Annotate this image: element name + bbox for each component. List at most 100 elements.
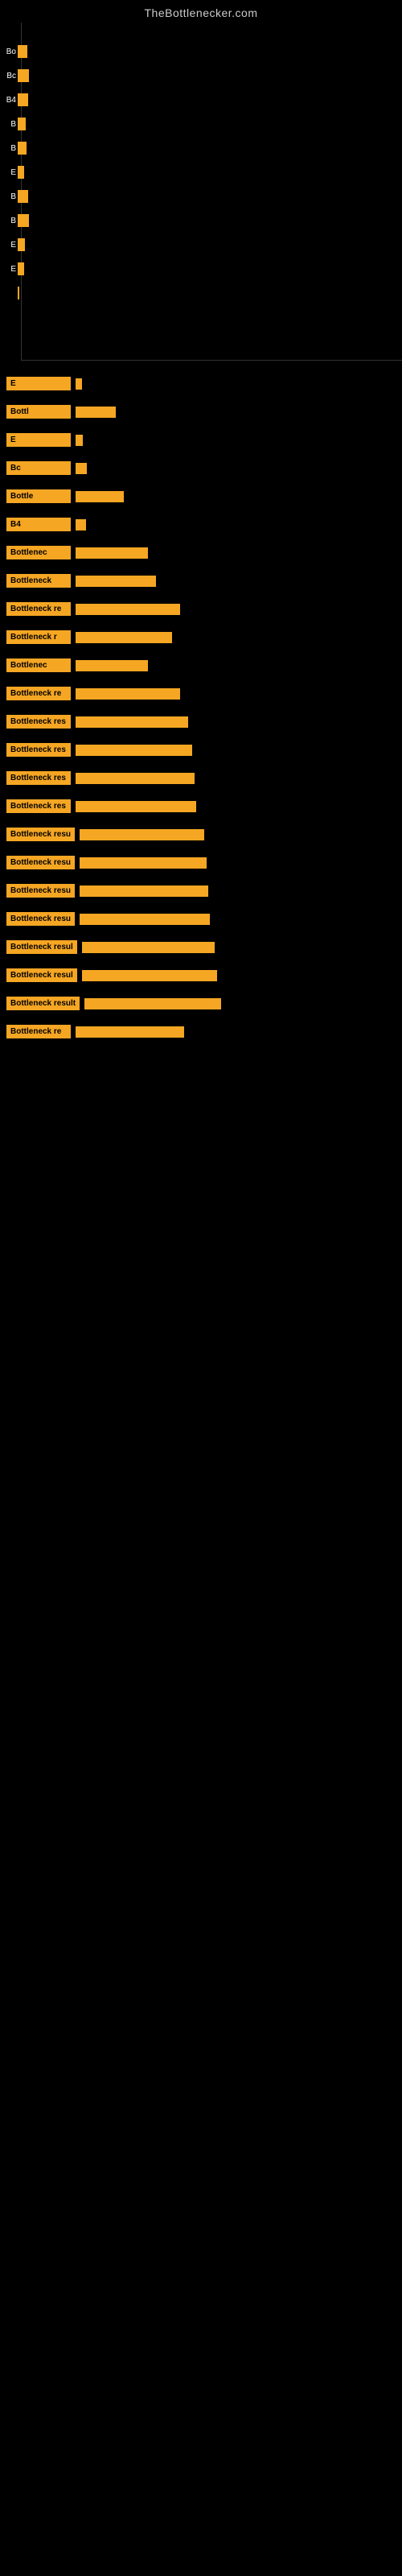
- result-label-7: Bottleneck: [6, 574, 71, 588]
- chart-bar-fill-6: [18, 190, 28, 203]
- chart-area: Bo Bc B4 B B E B B E E: [0, 23, 402, 361]
- result-bar-11: [76, 688, 180, 700]
- result-row-23: Bottleneck re: [6, 1025, 396, 1038]
- result-label-2: E: [6, 433, 71, 447]
- result-row-17: Bottleneck resu: [6, 856, 396, 869]
- chart-bar-7: B: [3, 214, 373, 227]
- result-bar-23: [76, 1026, 184, 1038]
- result-bar-14: [76, 773, 195, 784]
- result-row-3: Bc: [6, 461, 396, 475]
- result-bar-2: [76, 435, 83, 446]
- result-bar-17: [80, 857, 207, 869]
- result-bar-20: [82, 942, 215, 953]
- chart-bar-8: E: [3, 238, 373, 251]
- chart-bar-fill-9: [18, 262, 24, 275]
- result-label-13: Bottleneck res: [6, 743, 71, 757]
- result-row-5: B4: [6, 518, 396, 531]
- chart-bar-0: Bo: [3, 45, 373, 58]
- chart-bar-label-7: B: [3, 217, 18, 225]
- result-bar-21: [82, 970, 217, 981]
- result-row-21: Bottleneck resul: [6, 968, 396, 982]
- result-label-14: Bottleneck res: [6, 771, 71, 785]
- result-label-9: Bottleneck r: [6, 630, 71, 644]
- result-bar-10: [76, 660, 148, 671]
- result-label-1: Bottl: [6, 405, 71, 419]
- result-row-2: E: [6, 433, 396, 447]
- chart-bar-10: [3, 287, 373, 299]
- chart-bar-4: B: [3, 142, 373, 155]
- result-bar-4: [76, 491, 124, 502]
- result-row-4: Bottle: [6, 489, 396, 503]
- result-row-8: Bottleneck re: [6, 602, 396, 616]
- result-label-12: Bottleneck res: [6, 715, 71, 729]
- results-list: E Bottl E Bc Bottle B4 Bottlenec Bottleneck Bott…: [6, 377, 396, 1038]
- chart-bar-6: B: [3, 190, 373, 203]
- chart-bar-fill-3: [18, 118, 26, 130]
- chart-bar-label-2: B4: [3, 96, 18, 105]
- chart-bar-3: B: [3, 118, 373, 130]
- result-label-6: Bottlenec: [6, 546, 71, 559]
- chart-bar-2: B4: [3, 93, 373, 106]
- result-row-0: E: [6, 377, 396, 390]
- chart-bar-fill-7: [18, 214, 29, 227]
- result-bar-13: [76, 745, 192, 756]
- result-row-16: Bottleneck resu: [6, 828, 396, 841]
- chart-bar-label-8: E: [3, 241, 18, 250]
- result-label-8: Bottleneck re: [6, 602, 71, 616]
- result-row-18: Bottleneck resu: [6, 884, 396, 898]
- result-label-18: Bottleneck resu: [6, 884, 75, 898]
- result-label-23: Bottleneck re: [6, 1025, 71, 1038]
- result-row-10: Bottlenec: [6, 658, 396, 672]
- result-row-22: Bottleneck result: [6, 997, 396, 1010]
- result-bar-6: [76, 547, 148, 559]
- result-row-15: Bottleneck res: [6, 799, 396, 813]
- chart-bar-label-0: Bo: [3, 47, 18, 56]
- chart-bar-label-6: B: [3, 192, 18, 201]
- chart-bar-label-1: Bc: [3, 72, 18, 80]
- chart-bar-fill-5: [18, 166, 24, 179]
- chart-bar-5: E: [3, 166, 373, 179]
- result-bar-16: [80, 829, 204, 840]
- result-label-11: Bottleneck re: [6, 687, 71, 700]
- chart-bar-1: Bc: [3, 69, 373, 82]
- result-label-0: E: [6, 377, 71, 390]
- result-bar-12: [76, 716, 188, 728]
- chart-bar-9: E: [3, 262, 373, 275]
- result-bar-7: [76, 576, 156, 587]
- chart-bar-fill-4: [18, 142, 27, 155]
- result-label-15: Bottleneck res: [6, 799, 71, 813]
- result-bar-1: [76, 407, 116, 418]
- result-label-16: Bottleneck resu: [6, 828, 75, 841]
- result-bar-5: [76, 519, 86, 530]
- chart-bar-fill-2: [18, 93, 28, 106]
- result-row-11: Bottleneck re: [6, 687, 396, 700]
- result-row-13: Bottleneck res: [6, 743, 396, 757]
- result-bar-22: [84, 998, 221, 1009]
- result-label-3: Bc: [6, 461, 71, 475]
- chart-bar-fill-1: [18, 69, 29, 82]
- chart-bar-fill-0: [18, 45, 27, 58]
- chart-bar-label-3: B: [3, 120, 18, 129]
- result-row-12: Bottleneck res: [6, 715, 396, 729]
- x-axis: [21, 360, 402, 361]
- result-label-4: Bottle: [6, 489, 71, 503]
- result-row-7: Bottleneck: [6, 574, 396, 588]
- result-bar-0: [76, 378, 82, 390]
- result-row-19: Bottleneck resu: [6, 912, 396, 926]
- result-row-14: Bottleneck res: [6, 771, 396, 785]
- result-bar-8: [76, 604, 180, 615]
- result-label-20: Bottleneck resul: [6, 940, 77, 954]
- result-bar-19: [80, 914, 210, 925]
- result-label-19: Bottleneck resu: [6, 912, 75, 926]
- chart-bar-label-9: E: [3, 265, 18, 274]
- chart-bar-label-5: E: [3, 168, 18, 177]
- chart-bar-label-4: B: [3, 144, 18, 153]
- result-bar-3: [76, 463, 87, 474]
- chart-bar-fill-8: [18, 238, 25, 251]
- site-title: TheBottlenecker.com: [0, 0, 402, 23]
- result-label-22: Bottleneck result: [6, 997, 80, 1010]
- result-label-17: Bottleneck resu: [6, 856, 75, 869]
- result-row-6: Bottlenec: [6, 546, 396, 559]
- results-section: E Bottl E Bc Bottle B4 Bottlenec Bottleneck Bott…: [0, 377, 402, 1038]
- result-row-1: Bottl: [6, 405, 396, 419]
